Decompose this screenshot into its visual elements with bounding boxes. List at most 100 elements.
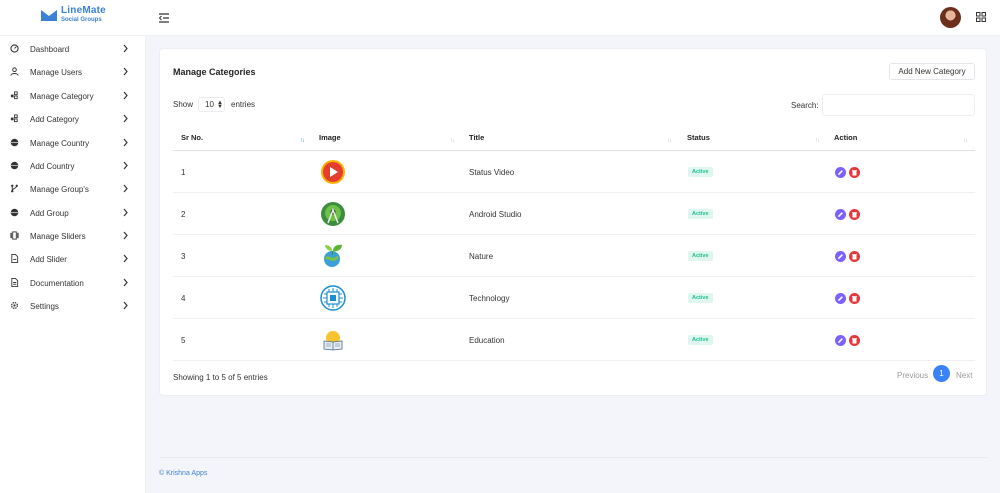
table-header: Sr No. ↑↓ Image ↑↓ Title ↑↓ Status ↑↓ Ac… [173,127,975,151]
trash-icon [852,296,857,302]
trash-icon [852,254,857,260]
header-sr-no[interactable]: Sr No. [181,133,203,142]
group-icon [11,184,18,193]
delete-button[interactable] [849,251,860,262]
brand-name: LineMate [61,5,106,16]
footer-text[interactable]: © Krishna Apps [159,470,207,477]
chevron-right-icon [123,161,128,170]
page-title: Manage Categories [173,67,256,77]
file-icon [11,254,19,263]
chevron-right-icon [123,231,128,240]
sidebar-item-documentation[interactable]: Documentation [0,273,146,293]
sidebar-item-label: Manage Country [30,139,90,148]
document-icon [11,278,19,287]
trash-icon [852,212,857,218]
sidebar-item-label: Add Category [30,115,79,124]
table-row: 1 Status Video Active [173,151,975,193]
entries-label: entries [231,100,256,109]
edit-button[interactable] [835,167,846,178]
sidebar-item-label: Add Country [30,162,75,171]
menu-toggle-icon[interactable] [158,12,170,24]
status-badge: Active [688,209,713,219]
entries-value: 10 [205,100,214,109]
sort-icon[interactable]: ↑↓ [815,138,820,144]
delete-button[interactable] [849,167,860,178]
sort-icon[interactable]: ↑↓ [300,138,305,144]
sidebar: Dashboard Manage Users Manage Category A… [0,36,146,493]
search-input[interactable] [822,94,975,116]
slider-icon [10,231,19,240]
globe-icon [10,161,19,170]
delete-button[interactable] [849,209,860,220]
sidebar-item-add-group[interactable]: Add Group [0,203,146,223]
table-row: 2 Android Studio Active [173,193,975,235]
sidebar-item-label: Manage Category [30,92,94,101]
header-action[interactable]: Action [834,133,857,142]
delete-button[interactable] [849,293,860,304]
delete-button[interactable] [849,335,860,346]
cell-title: Nature [469,252,494,261]
cell-title: Status Video [469,168,515,177]
header-status[interactable]: Status [687,133,710,142]
chevron-right-icon [123,254,128,263]
chip-icon [320,285,346,311]
book-icon [323,331,343,351]
sidebar-item-manage-category[interactable]: Manage Category [0,86,146,106]
trash-icon [852,338,857,344]
status-badge: Active [688,293,713,303]
sidebar-item-label: Manage Group's [30,185,89,194]
edit-button[interactable] [835,293,846,304]
category-icon [10,91,18,100]
avatar[interactable] [940,7,961,28]
chevron-right-icon [123,67,128,76]
sidebar-item-manage-users[interactable]: Manage Users [0,62,146,82]
sort-icon[interactable]: ↑↓ [667,138,672,144]
cell-title: Android Studio [469,210,522,219]
sidebar-item-label: Manage Users [30,68,83,77]
nature-icon [324,244,342,267]
globe-icon [10,138,19,147]
brand-logo[interactable]: LineMate Social Groups [40,6,106,23]
table-row: 4 Technology Active [173,277,975,319]
logo-icon [40,8,58,21]
edit-button[interactable] [835,251,846,262]
status-badge: Active [688,167,713,177]
edit-button[interactable] [835,209,846,220]
user-icon [10,67,19,76]
gear-icon [10,301,19,310]
cell-sr: 1 [181,168,186,177]
play-icon [321,160,345,184]
sidebar-item-add-country[interactable]: Add Country [0,156,146,176]
sidebar-item-manage-country[interactable]: Manage Country [0,133,146,153]
trash-icon [852,170,857,176]
header-title[interactable]: Title [469,133,484,142]
sidebar-item-dashboard[interactable]: Dashboard [0,39,146,59]
edit-button[interactable] [835,335,846,346]
sidebar-item-label: Add Slider [30,255,67,264]
sidebar-item-label: Documentation [30,279,84,288]
sidebar-item-add-category[interactable]: Add Category [0,109,146,129]
cell-title: Education [469,336,505,345]
header-image[interactable]: Image [319,133,341,142]
globe-icon [10,208,19,217]
show-label: Show [173,100,194,109]
page-1-button[interactable]: 1 [933,365,950,382]
chevron-right-icon [123,184,128,193]
pencil-icon [838,170,843,175]
sidebar-item-label: Add Group [30,209,69,218]
next-page-button[interactable]: Next [956,371,972,380]
add-new-category-button[interactable]: Add New Category [889,63,975,80]
chevron-right-icon [123,278,128,287]
previous-page-button[interactable]: Previous [897,371,928,380]
cell-sr: 2 [181,210,186,219]
chevron-right-icon [123,208,128,217]
sidebar-item-add-slider[interactable]: Add Slider [0,249,146,269]
apps-grid-icon[interactable] [976,12,986,22]
sort-icon[interactable]: ↑↓ [963,138,968,144]
entries-select[interactable]: 10 ▲ ▼ [198,97,225,112]
sidebar-item-manage-sliders[interactable]: Manage Sliders [0,226,146,246]
pagination-info: Showing 1 to 5 of 5 entries [173,373,268,382]
sidebar-item-manage-groups[interactable]: Manage Group's [0,179,146,199]
sort-icon[interactable]: ↑↓ [450,138,455,144]
sidebar-item-settings[interactable]: Settings [0,296,146,316]
